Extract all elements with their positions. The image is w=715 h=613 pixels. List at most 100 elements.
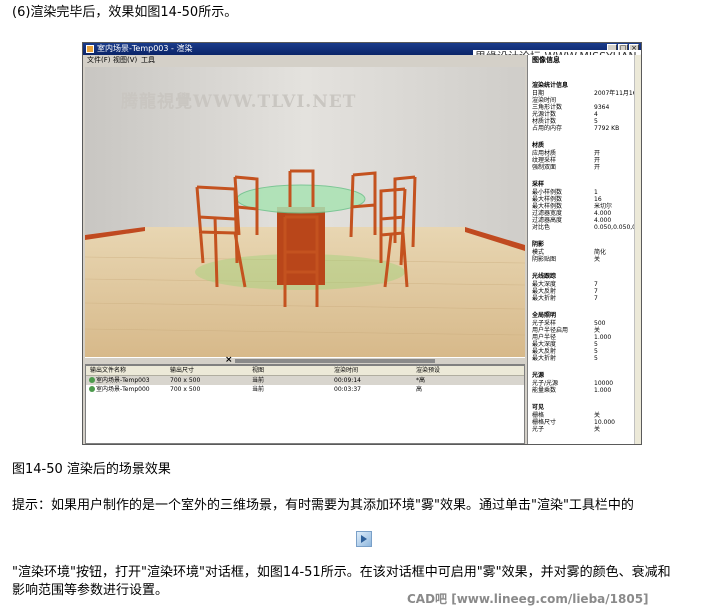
info-value: 1 [594,189,598,196]
info-value: 4.000 [594,210,612,217]
close-history-icon[interactable]: × [225,355,233,365]
info-value: 500 [594,320,606,327]
info-value: 0.050,0.050,0 [594,224,636,231]
info-key: 光源计数 [532,111,557,118]
info-value: 1.000 [594,387,612,394]
info-scrollbar[interactable] [634,55,641,444]
info-value: 9364 [594,104,610,111]
splitter-grip[interactable] [235,359,435,363]
info-key: 最大折射 [532,295,557,302]
info-key: 渲染时间 [532,97,557,104]
tip-text-line3: 影响范围等参数进行设置。 [12,583,169,598]
render-environment-button-icon [356,531,372,547]
info-key: 最大样例数 [532,196,563,203]
info-key: 最大反射 [532,348,557,355]
info-value: 开 [594,164,601,171]
info-key: 用户半径 [532,334,557,341]
tip-text-line1: 提示：如果用户制作的是一个室外的三维场景，有时需要为其添加环境"雾"效果。通过单… [12,498,634,513]
window-title: 室内场景-Temp003 - 渲染 [97,44,193,53]
history-header: 输出文件名称 输出尺寸 视图 渲染时间 渲染预设 [86,366,524,376]
info-value: 4 [594,111,598,118]
info-key: 最大反射 [532,288,557,295]
step-text: (6)渲染完毕后，效果如图14-50所示。 [12,5,238,20]
render-viewport: 腾龍視覺WWW.TLVI.NET [85,67,525,357]
info-section-title: 全局照明 [532,312,557,319]
info-key: 占用的内存 [532,125,563,132]
info-key: 栅格 [532,412,545,419]
info-value: 10.000 [594,419,615,426]
history-row-preset: 高 [416,386,423,393]
info-key: 光子/光源 [532,380,559,387]
info-section-title: 光源 [532,372,545,379]
menu-view[interactable]: 视图(V) [113,55,137,66]
info-key: 用户半径启用 [532,327,569,334]
col-view[interactable]: 视图 [252,366,264,375]
info-key: 阴影贴图 [532,256,557,263]
info-section-title: 渲染统计信息 [532,82,569,89]
info-value: 16 [594,196,602,203]
tip-text-line2: "渲染环境"按钮，打开"渲染环境"对话框，如图14-51所示。在该对话框中可启用… [12,565,671,580]
info-value: 5 [594,118,598,125]
col-size[interactable]: 输出尺寸 [170,366,194,375]
info-key: 强制双面 [532,164,557,171]
info-value: 2007年11月16 [594,90,637,97]
info-section-title: 采样 [532,181,545,188]
info-value: 7 [594,295,598,302]
info-key: 最大深度 [532,281,557,288]
app-icon [86,45,94,53]
info-value: 7792 KB [594,125,620,132]
info-value: 5 [594,348,598,355]
menu-bar: 文件(F) 视图(V) 工具 [83,55,527,66]
col-filename[interactable]: 输出文件名称 [90,366,126,375]
history-row-name: 室内场景-Temp000 [89,385,150,394]
info-section-title: 材质 [532,142,545,149]
menu-file[interactable]: 文件(F) [87,55,111,66]
info-section-title: 可见 [532,404,545,411]
info-value: 5 [594,355,598,362]
info-key: 最小样例数 [532,189,563,196]
history-row[interactable]: 室内场景-Temp000 700 x 500 当前 00:03:37 高 [86,385,524,394]
info-section-title: 阴影 [532,241,545,248]
history-row-time: 00:09:14 [334,377,361,384]
info-value: 开 [594,150,601,157]
figure-caption: 图14-50 渲染后的场景效果 [12,462,171,477]
render-history-panel: 输出文件名称 输出尺寸 视图 渲染时间 渲染预设 室内场景-Temp003 70… [85,365,525,444]
history-row-preset: *高 [416,377,426,384]
menu-tools[interactable]: 工具 [141,55,155,66]
tlvi-watermark: 腾龍視覺WWW.TLVI.NET [121,92,357,112]
info-value: 开 [594,157,601,164]
info-value: 4.000 [594,217,612,224]
history-row[interactable]: 室内场景-Temp003 700 x 500 当前 00:09:14 *高 [86,376,524,385]
info-key: 日期 [532,90,545,97]
info-key: 最大深度 [532,341,557,348]
info-value: 关 [594,412,601,419]
col-time[interactable]: 渲染时间 [334,366,358,375]
info-key: 能量乘数 [532,387,557,394]
info-value: 简化 [594,249,607,256]
info-value: 关 [594,327,601,334]
info-key: 对比色 [532,224,551,231]
history-row-time: 00:03:37 [334,386,361,393]
info-key: 栅格尺寸 [532,419,557,426]
history-row-size: 700 x 500 [170,377,201,384]
info-key: 纹理采样 [532,157,557,164]
image-info-panel: 图像信息 渲染统计信息 日期 2007年11月16 渲染时间 三角形计数 9364 光源计数… [527,55,641,444]
info-value: 关 [594,256,601,263]
info-value: 1.000 [594,334,612,341]
info-key: 三角形计数 [532,104,563,111]
history-row-name: 室内场景-Temp003 [89,376,150,385]
info-key: 光子 [532,426,545,433]
info-key: 光子采样 [532,320,557,327]
info-key: 模式 [532,249,545,256]
info-value: 关 [594,426,601,433]
teapot-icon [89,377,95,383]
history-row-view: 当前 [252,386,265,393]
info-value: 7 [594,281,598,288]
info-key: 材质计数 [532,118,557,125]
info-key: 过滤器宽度 [532,210,563,217]
info-value: 米切尔 [594,203,613,210]
history-row-size: 700 x 500 [170,386,201,393]
info-value: 5 [594,341,598,348]
col-preset[interactable]: 渲染预设 [416,366,440,375]
history-splitter[interactable]: × [85,355,525,365]
